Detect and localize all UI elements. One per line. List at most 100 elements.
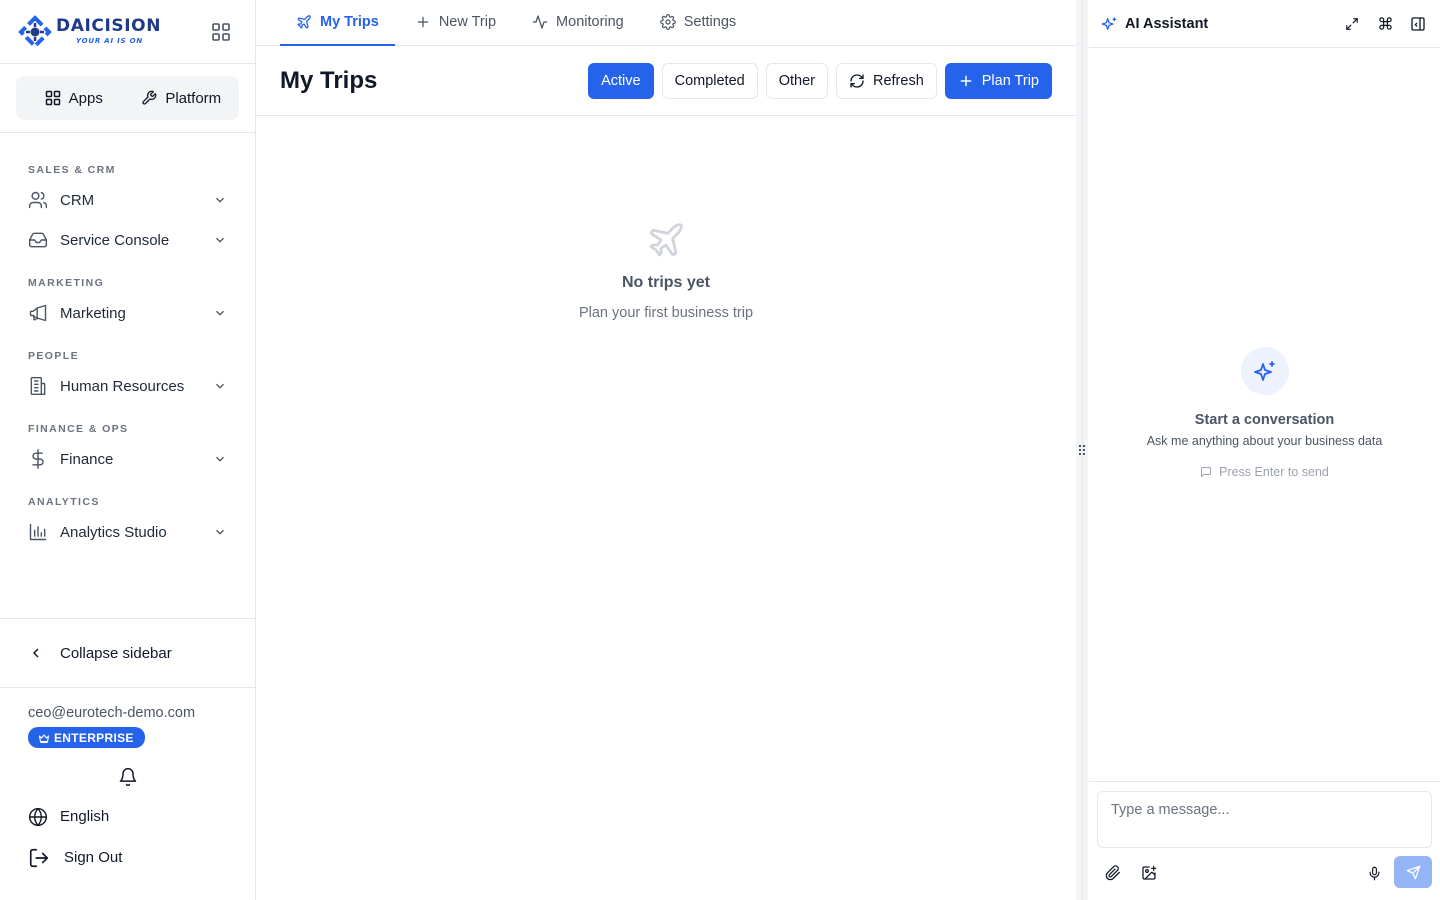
tab-new-trip[interactable]: New Trip [399,0,512,45]
apps-switch-label: Apps [68,89,103,107]
sidebar-item-analytics-studio[interactable]: Analytics Studio [0,515,255,549]
platform-switch-button[interactable]: Platform [128,80,236,116]
sidebar-switcher-wrap: Apps Platform [0,64,255,133]
notifications-button[interactable] [28,767,228,787]
sparkles-icon [1253,361,1275,381]
sidebar-item-crm[interactable]: CRM [0,183,255,217]
collapse-sidebar-label: Collapse sidebar [60,644,172,662]
sidebar-item-label: Service Console [60,231,170,249]
sidebar-item-label: Analytics Studio [60,523,167,541]
apps-switch-button[interactable]: Apps [20,80,128,116]
chevron-down-icon [216,237,224,243]
brand-logo[interactable]: DAICISION YOUR AI IS ON [18,14,162,49]
panel-right-icon [1411,16,1425,31]
ai-send-hint: Press Enter to send [1200,465,1329,479]
sidebar-header: DAICISION YOUR AI IS ON [0,0,255,64]
sidebar-item-label: Finance [60,450,114,468]
tab-label: Settings [683,14,737,30]
filter-active-button[interactable]: Active [588,62,654,99]
megaphone-icon [29,304,47,322]
paperclip-icon [1105,865,1120,881]
sidebar-switcher: Apps Platform [16,76,239,120]
collapse-sidebar-button[interactable]: Collapse sidebar [0,618,255,688]
sign-out-button[interactable]: Sign Out [28,847,227,869]
empty-state: No trips yet Plan your first business tr… [256,220,1076,321]
language-label: English [60,808,110,825]
plan-badge-label: ENTERPRISE [54,730,134,745]
sidebar-item-service-console[interactable]: Service Console [0,223,255,257]
refresh-label: Refresh [872,72,924,89]
bell-icon [119,767,137,786]
grid-icon [45,90,60,106]
dollar-icon [32,449,44,469]
attach-file-button[interactable] [1103,863,1123,883]
expand-icon [1346,17,1358,30]
ai-start-title: Start a conversation [1194,412,1335,428]
sidebar-item-label: Human Resources [60,377,185,395]
message-square-icon [1201,467,1212,477]
ai-assistant-title: AI Assistant [1125,15,1209,32]
gear-icon [659,14,676,30]
send-message-button[interactable] [1394,856,1432,888]
grid-icon [212,22,230,41]
plus-icon [960,75,972,86]
plus-icon [417,16,429,28]
daicision-logo-icon [18,14,52,49]
chevron-down-icon [216,197,224,203]
sidebar-footer: ceo@eurotech-demo.com ENTERPRISE English… [0,689,255,869]
toggle-panel-button[interactable] [1408,14,1428,34]
sign-out-label: Sign Out [64,849,123,866]
filter-other-button[interactable]: Other [765,62,828,99]
empty-state-subtitle: Plan your first business trip [578,305,754,321]
tab-settings[interactable]: Settings [644,0,752,45]
user-email: ceo@eurotech-demo.com [28,705,196,721]
app-grid-button[interactable] [209,20,233,44]
language-selector[interactable]: English [28,807,227,827]
building-icon [30,376,46,396]
plane-icon [649,223,683,257]
log-out-icon [29,848,49,867]
chevron-down-icon [216,383,224,389]
message-input[interactable] [1097,791,1432,848]
sidebar-item-label: Marketing [60,304,126,322]
page-header: My Trips Active Completed Other Refresh … [256,46,1076,116]
panel-resize-handle[interactable] [1076,443,1088,457]
sidebar-item-human-resources[interactable]: Human Resources [0,369,255,403]
activity-icon [532,15,548,29]
command-icon [1378,17,1392,30]
main-content: My Trips New Trip Monitoring Settings My… [256,0,1076,900]
command-shortcut-button[interactable] [1375,14,1395,34]
expand-panel-button[interactable] [1342,14,1362,34]
chevron-down-icon [216,529,224,535]
send-icon [1406,865,1420,879]
tab-label: My Trips [320,14,379,30]
brand-name: DAICISION [56,16,162,36]
nav-section-marketing: MARKETING [28,277,105,289]
platform-switch-label: Platform [165,89,222,107]
tab-monitoring[interactable]: Monitoring [516,0,640,45]
refresh-icon [850,73,864,88]
sidebar-item-marketing[interactable]: Marketing [0,296,255,330]
tab-bar: My Trips New Trip Monitoring Settings [256,0,1076,46]
voice-input-button[interactable] [1364,863,1384,883]
chevron-down-icon [216,310,224,316]
ai-orb [1240,347,1289,395]
wrench-icon [142,90,157,105]
ai-composer [1089,781,1440,900]
plane-icon [297,15,311,29]
filter-completed-button[interactable]: Completed [661,62,758,99]
attach-image-button[interactable] [1139,863,1159,883]
brand-tagline: YOUR AI IS ON [76,37,144,45]
page-title: My Trips [280,66,378,94]
plan-trip-label: Plan Trip [981,72,1039,89]
image-plus-icon [1142,865,1157,880]
sidebar-item-label: CRM [60,191,95,209]
ai-send-hint-label: Press Enter to send [1219,465,1329,479]
tab-my-trips[interactable]: My Trips [280,0,395,46]
refresh-button[interactable]: Refresh [835,62,937,99]
plan-trip-button[interactable]: Plan Trip [944,62,1052,99]
inbox-icon [28,232,48,248]
ai-assistant-panel: AI Assistant Start a conversation Ask me… [1089,0,1440,900]
sidebar-item-finance[interactable]: Finance [0,442,255,476]
nav-section-people: PEOPLE [28,350,79,362]
